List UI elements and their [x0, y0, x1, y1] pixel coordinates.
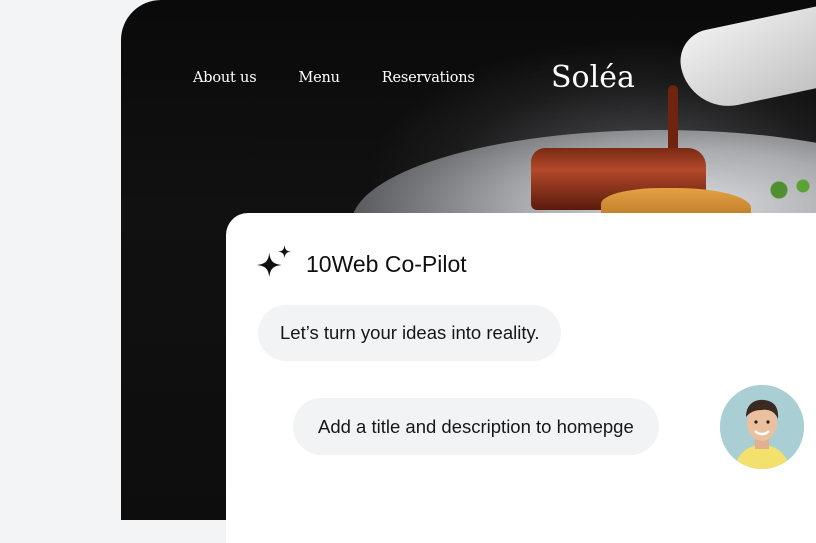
brand-logo[interactable]: Soléa	[551, 60, 635, 95]
bot-message: Let’s turn your ideas into reality.	[258, 305, 562, 361]
user-avatar	[720, 385, 804, 469]
nav-menu[interactable]: Menu	[298, 70, 340, 86]
nav-about-us[interactable]: About us	[193, 70, 257, 86]
sparkle-icon	[256, 245, 292, 278]
copilot-title: 10Web Co-Pilot	[306, 251, 467, 277]
nav-reservations[interactable]: Reservations	[382, 70, 475, 86]
herb-image	[761, 170, 816, 210]
sauce-pitcher-image	[674, 1, 816, 115]
site-navigation: About us Menu Reservations	[193, 70, 475, 86]
avatar-portrait-icon	[720, 385, 804, 469]
copilot-panel: 10Web Co-Pilot Let’s turn your ideas int…	[226, 213, 816, 543]
user-message: Add a title and description to homepge	[293, 398, 659, 455]
